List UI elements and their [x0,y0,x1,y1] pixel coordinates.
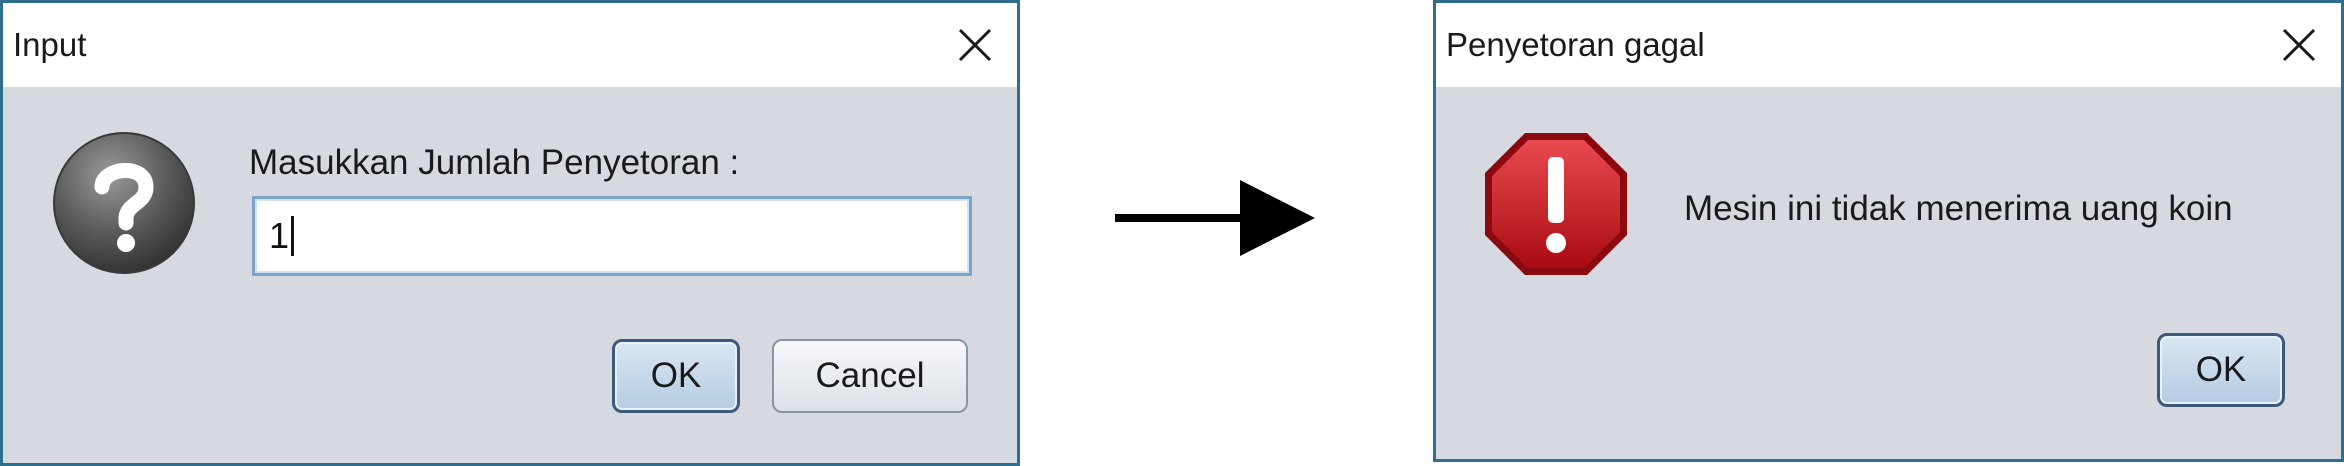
error-stop-icon [1481,129,1631,284]
error-dialog-close-button[interactable] [2271,17,2327,73]
error-dialog: Penyetoran gagal Mesin ini tidak menerim… [1433,0,2344,462]
error-ok-button-label: OK [2195,350,2247,389]
ok-button[interactable]: OK [612,339,740,413]
close-icon [958,28,992,62]
question-icon [50,129,198,282]
deposit-amount-label: Masukkan Jumlah Penyetoran : [249,143,740,182]
input-dialog-close-button[interactable] [947,17,1003,73]
error-message: Mesin ini tidak menerima uang koin [1684,189,2233,228]
input-dialog-titlebar[interactable]: Input [3,3,1017,87]
cancel-button[interactable]: Cancel [772,339,968,413]
deposit-amount-input[interactable]: 1 [252,196,972,276]
close-icon [2282,28,2316,62]
input-dialog-title: Input [13,26,87,63]
error-dialog-titlebar[interactable]: Penyetoran gagal [1436,3,2341,87]
text-caret [291,216,295,256]
error-dialog-title: Penyetoran gagal [1446,26,1705,63]
ok-button-label: OK [650,356,702,395]
cancel-button-label: Cancel [815,356,925,395]
error-ok-button[interactable]: OK [2157,333,2285,407]
arrow-right-icon [1115,180,1315,256]
deposit-amount-value: 1 [269,215,290,256]
input-dialog: Input Masukkan Jumlah Penyetoran : 1 OK … [0,0,1020,466]
